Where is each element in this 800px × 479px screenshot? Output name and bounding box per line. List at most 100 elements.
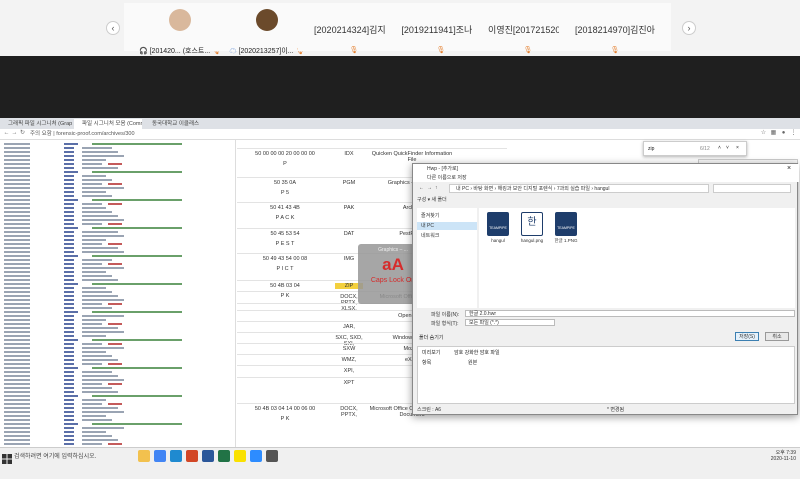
dialog-status-bar: 스크린 : A6 * 변경됨	[417, 406, 795, 414]
file-item[interactable]: 한 hangul.png	[517, 212, 547, 254]
hex-signature: 50 00 00 00 20 00 00 00	[255, 151, 315, 157]
back-icon[interactable]: ←	[3, 130, 10, 137]
file-extension: XPT	[343, 380, 355, 386]
participant-tile[interactable]: [2018214970]김진아 🎙	[559, 3, 671, 54]
kakaotalk-icon[interactable]	[234, 450, 246, 462]
browser-tab[interactable]: 그래픽 파일 시그니처 (Graphic	[0, 119, 72, 129]
chevron-up-icon[interactable]: ˄	[718, 145, 721, 151]
taskbar: 검색하려면 여기에 입력하십시오. 오후 7:39 2020-11-10	[0, 447, 800, 479]
windows-start-icon[interactable]	[2, 451, 12, 464]
ascii-signature: P A C K	[275, 215, 295, 221]
preview-pane: 미리보기 암호 강화한 암호 파일 항목 원본	[417, 346, 795, 404]
file-extension: XPI,	[343, 368, 355, 374]
path-breadcrumb[interactable]: 내 PC › 바탕 화면 › 해킹과 보안 디지털 포렌식 › 7과외 실습 파…	[449, 184, 709, 193]
dialog-title: 다른 이름으로 저장	[413, 174, 799, 182]
clock-date: 2020-11-10	[770, 456, 796, 462]
code-line	[4, 442, 224, 446]
menu-icon[interactable]: ⋮	[790, 130, 797, 137]
participant-name: [2020213257]이...	[238, 48, 294, 55]
browser-tab-active[interactable]: 파일 시그니처 모음 (Common	[74, 119, 142, 129]
zoom-icon[interactable]	[250, 450, 262, 462]
forward-icon[interactable]: →	[11, 130, 18, 137]
avatar	[256, 9, 278, 31]
teampipe-thumbnail-icon: TEAMPIPE	[487, 212, 509, 236]
hangul-thumbnail-icon: 한	[521, 212, 543, 236]
settings-icon[interactable]	[266, 450, 278, 462]
address-bar[interactable]: ← → ↻ 주의 요함 | forensic-proof.com/archive…	[0, 129, 800, 140]
hex-signature: 50 49 43 54 00 08	[262, 256, 308, 262]
chevron-left-icon[interactable]: ‹	[106, 21, 120, 35]
back-icon[interactable]: ←	[419, 185, 424, 191]
file-extension: JAR,	[343, 324, 355, 330]
navigation-pane: 즐겨찾기 내 PC 네트워크	[417, 208, 477, 308]
star-icon[interactable]: ☆	[760, 130, 767, 137]
disassembly-listing	[0, 140, 236, 447]
file-extension: PGM	[342, 180, 356, 186]
extensions-icon[interactable]: ▦	[770, 130, 777, 137]
file-item[interactable]: TEAMPIPE 한글 1.PNG	[551, 212, 581, 254]
dialog-toolbar[interactable]: 구성 ▾ 새 폴더	[417, 196, 795, 204]
preview-tab[interactable]: 암호 강화한 암호 파일	[454, 349, 500, 356]
hex-signature: 50 35 0A	[273, 180, 297, 186]
filetype-select[interactable]: 모든 파일 (*.*)	[465, 319, 555, 326]
taskbar-search-input[interactable]: 검색하려면 여기에 입력하십시오.	[14, 450, 126, 464]
find-bar[interactable]: zip 6/12 ˄ ˅ ×	[643, 141, 747, 156]
file-name: hangul	[491, 238, 505, 243]
chrome-icon[interactable]	[154, 450, 166, 462]
ascii-signature: P K	[280, 416, 290, 422]
nav-item-network[interactable]: 네트워크	[421, 232, 439, 240]
word-icon[interactable]	[202, 450, 214, 462]
mic-icon: 🎙	[610, 47, 620, 54]
mic-icon: 🎙	[523, 47, 533, 54]
close-icon[interactable]: ×	[736, 145, 739, 151]
excel-icon[interactable]	[218, 450, 230, 462]
chevron-right-icon[interactable]: ›	[682, 21, 696, 35]
participant-name: [201420...	[149, 48, 181, 55]
powerpoint-icon[interactable]	[186, 450, 198, 462]
reload-icon[interactable]: ↻	[19, 130, 26, 137]
modified-indicator: * 변경됨	[607, 407, 625, 413]
filetype-label: 파일 형식(T):	[431, 321, 459, 327]
ascii-signature: P E S T	[275, 241, 295, 247]
mic-icon: 🎙	[436, 47, 446, 54]
file-item[interactable]: TEAMPIPE hangul	[483, 212, 513, 254]
url-text[interactable]: forensic-proof.com/archives/300	[56, 131, 134, 137]
file-name: hangul.png	[520, 238, 544, 243]
profile-icon[interactable]: ●	[780, 130, 787, 137]
hex-signature: 50 4B 03 04 14 00 06 00	[254, 406, 316, 412]
search-input[interactable]	[713, 184, 791, 193]
teampipe-thumbnail-icon: TEAMPIPE	[555, 212, 577, 236]
file-extension: DAT	[343, 231, 355, 237]
browser-tab[interactable]: 동국대학교 이클래스	[144, 119, 216, 129]
up-icon[interactable]: ↑	[435, 185, 438, 191]
system-clock[interactable]: 오후 7:39 2020-11-10	[748, 450, 796, 462]
nav-item-favorites[interactable]: 즐겨찾기	[421, 212, 439, 220]
filename-label: 파일 이름(N):	[431, 312, 460, 318]
ascii-signature: P I C T	[276, 266, 294, 272]
dialog-fields: 파일 이름(N): 한글 2.0.hwr 파일 형식(T): 모든 파일 (*.…	[417, 310, 795, 344]
tab-bar: 그래픽 파일 시그니처 (Graphic 파일 시그니처 모음 (Common …	[0, 118, 800, 129]
avatar	[169, 9, 191, 31]
screen-share-icon: ☁	[229, 48, 237, 55]
cancel-button[interactable]: 취소	[765, 332, 789, 341]
find-input[interactable]: zip	[648, 146, 654, 152]
chevron-down-icon[interactable]: ˅	[726, 145, 729, 151]
find-count: 6/12	[700, 146, 710, 152]
file-extension: SXW	[342, 346, 356, 352]
file-description: Quicken QuickFinder Information File	[371, 151, 453, 163]
ascii-signature: P	[283, 161, 287, 167]
close-icon[interactable]: ×	[787, 165, 791, 172]
hide-folders-toggle[interactable]: 폴더 숨기기	[419, 334, 443, 341]
file-explorer-icon[interactable]	[138, 450, 150, 462]
file-name: 한글 1.PNG	[554, 238, 578, 243]
filename-field[interactable]: 한글 2.0.hwr	[465, 310, 795, 317]
edge-icon[interactable]	[170, 450, 182, 462]
hex-signature: 50 41 43 4B	[270, 205, 300, 211]
file-list: TEAMPIPE hangul 한 hangul.png TEAMPIPE 한글…	[479, 208, 795, 308]
forward-icon[interactable]: →	[427, 185, 432, 191]
hex-signature: 50 4B 03 04	[270, 283, 300, 289]
headset-icon: 🎧	[138, 48, 148, 55]
save-button[interactable]: 저장(S)	[735, 332, 759, 341]
nav-item-this-pc[interactable]: 내 PC	[417, 222, 477, 230]
security-warning: 주의 요함	[30, 131, 52, 137]
